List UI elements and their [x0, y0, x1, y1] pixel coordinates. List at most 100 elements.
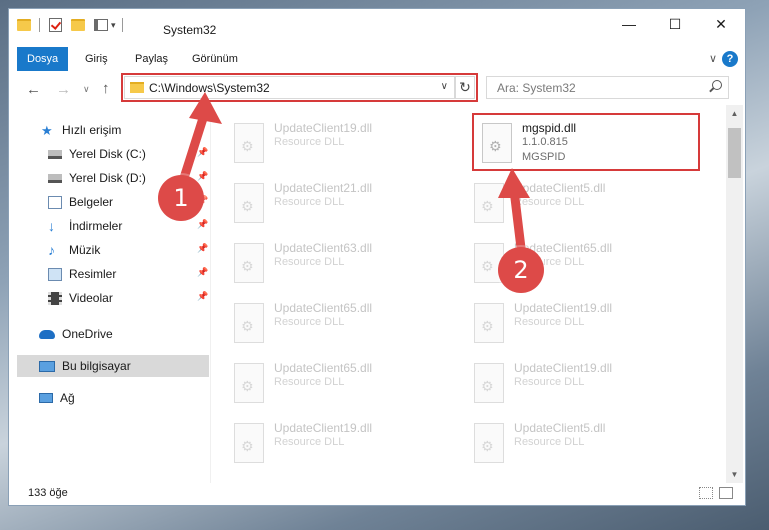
- drive-icon: [48, 149, 62, 159]
- recent-locations-button[interactable]: ∨: [83, 84, 90, 95]
- pin-icon[interactable]: 📌: [197, 171, 208, 182]
- expand-ribbon-icon[interactable]: ∨: [709, 52, 717, 65]
- dll-file-icon: [234, 423, 264, 463]
- file-type: Resource DLL: [274, 256, 345, 268]
- customize-toolbar-icon[interactable]: [94, 19, 108, 31]
- properties-icon[interactable]: [49, 18, 62, 32]
- sidebar-item-onedrive[interactable]: OneDrive: [9, 323, 201, 345]
- file-type: Resource DLL: [514, 196, 585, 208]
- minimize-button[interactable]: —: [606, 9, 652, 39]
- list-item[interactable]: UpdateClient19.dll Resource DLL: [214, 115, 434, 169]
- file-type: Resource DLL: [514, 316, 585, 328]
- scroll-down-button[interactable]: ▼: [726, 466, 743, 483]
- list-item[interactable]: UpdateClient65.dll Resource DLL: [214, 355, 434, 409]
- sidebar-item-label: Yerel Disk (D:): [69, 171, 146, 185]
- sidebar-item-quick-access[interactable]: ★ Hızlı erişim: [9, 119, 201, 141]
- list-item[interactable]: UpdateClient65.dll Resource DLL: [214, 295, 434, 349]
- file-name: UpdateClient19.dll: [274, 421, 373, 435]
- search-input[interactable]: Ara: System32: [486, 76, 729, 99]
- file-name: UpdateClient19.dll: [274, 121, 373, 135]
- file-name: UpdateClient63.dll: [274, 241, 373, 255]
- search-icon: [712, 80, 722, 90]
- download-icon: ↓: [48, 217, 55, 234]
- tab-dosya[interactable]: Dosya: [17, 47, 69, 71]
- item-count: 133 öğe: [28, 487, 68, 499]
- window-title: System32: [163, 23, 217, 37]
- search-placeholder: Ara: System32: [497, 81, 576, 95]
- file-type: Resource DLL: [514, 376, 585, 388]
- file-name: UpdateClient19.dll: [514, 361, 613, 375]
- file-name: UpdateClient5.dll: [514, 421, 606, 435]
- step1-badge: 1: [158, 175, 204, 221]
- dll-file-icon: [474, 363, 504, 403]
- music-icon: ♪: [48, 241, 55, 258]
- dll-file-icon: [234, 123, 264, 163]
- close-button[interactable]: ✕: [698, 9, 744, 39]
- back-button[interactable]: ←: [26, 81, 41, 98]
- sidebar-item-videolar[interactable]: Videolar 📌: [9, 287, 208, 309]
- sidebar-item-label: Belgeler: [69, 195, 114, 209]
- video-icon: [48, 291, 62, 305]
- sidebar-item-label: Ağ: [60, 391, 75, 405]
- forward-button[interactable]: →: [56, 81, 71, 98]
- file-name: UpdateClient5.dll: [514, 181, 606, 195]
- up-button[interactable]: ↑: [102, 80, 110, 97]
- maximize-button[interactable]: ☐: [652, 9, 698, 39]
- title-bar: ▾ System32 — ☐ ✕: [9, 9, 745, 43]
- sidebar-item-label: OneDrive: [62, 327, 113, 341]
- sidebar-item-disk-c[interactable]: Yerel Disk (C:) 📌: [9, 143, 208, 165]
- list-item[interactable]: UpdateClient19.dll Resource DLL: [454, 355, 674, 409]
- sidebar-item-label: Hızlı erişim: [62, 123, 122, 137]
- sidebar-item-muzik[interactable]: ♪ Müzik 📌: [9, 239, 208, 261]
- dll-file-icon: [234, 363, 264, 403]
- pin-icon[interactable]: 📌: [197, 147, 208, 158]
- sidebar-item-label: Resimler: [69, 267, 117, 281]
- tab-giris[interactable]: Giriş: [75, 47, 118, 71]
- scroll-up-button[interactable]: ▲: [726, 105, 743, 122]
- file-name: UpdateClient65.dll: [274, 361, 373, 375]
- pin-icon[interactable]: 📌: [197, 267, 208, 278]
- pane-divider[interactable]: [210, 105, 211, 483]
- dll-file-icon: [474, 303, 504, 343]
- list-item[interactable]: UpdateClient63.dll Resource DLL: [214, 235, 434, 289]
- vertical-scrollbar[interactable]: ▲ ▼: [726, 105, 743, 483]
- dll-file-icon: [234, 183, 264, 223]
- list-item[interactable]: UpdateClient5.dll Resource DLL: [454, 175, 674, 229]
- file-type: Resource DLL: [514, 436, 585, 448]
- address-highlight-box: [121, 73, 478, 102]
- file-type: Resource DLL: [274, 436, 345, 448]
- sidebar-item-bu-bilgisayar[interactable]: Bu bilgisayar: [17, 355, 209, 377]
- quick-access-toolbar: ▾: [17, 18, 123, 32]
- list-item[interactable]: UpdateClient21.dll Resource DLL: [214, 175, 434, 229]
- pin-icon[interactable]: 📌: [197, 243, 208, 254]
- list-item[interactable]: UpdateClient65.dll Resource DLL: [454, 235, 674, 289]
- sidebar-item-resimler[interactable]: Resimler 📌: [9, 263, 208, 285]
- scroll-thumb[interactable]: [728, 128, 741, 178]
- pin-icon[interactable]: 📌: [197, 219, 208, 230]
- help-icon[interactable]: ?: [722, 51, 738, 67]
- new-folder-icon[interactable]: [71, 19, 85, 31]
- sidebar-item-ag[interactable]: Ağ: [9, 387, 201, 409]
- toolbar-dropdown-icon[interactable]: ▾: [111, 20, 116, 31]
- dll-file-icon: [234, 303, 264, 343]
- large-icons-view-icon[interactable]: [719, 487, 733, 499]
- list-item[interactable]: UpdateClient19.dll Resource DLL: [454, 295, 674, 349]
- ribbon: Dosya Giriş Paylaş Görünüm ∨ ?: [9, 47, 745, 71]
- pin-icon[interactable]: 📌: [197, 291, 208, 302]
- star-icon: ★: [41, 122, 53, 138]
- file-type: Resource DLL: [274, 316, 345, 328]
- dll-file-icon: [474, 423, 504, 463]
- status-bar: 133 öğe: [9, 483, 745, 505]
- details-view-icon[interactable]: [699, 487, 713, 499]
- pictures-icon: [48, 267, 62, 281]
- tab-paylas[interactable]: Paylaş: [125, 47, 178, 71]
- file-type: Resource DLL: [274, 376, 345, 388]
- toolbar-separator: [121, 18, 123, 32]
- explorer-window: ▾ System32 — ☐ ✕ Dosya Giriş Paylaş Görü…: [8, 8, 746, 506]
- list-item[interactable]: UpdateClient19.dll Resource DLL: [214, 415, 434, 469]
- tab-gorunum[interactable]: Görünüm: [182, 47, 248, 71]
- list-item[interactable]: UpdateClient5.dll Resource DLL: [454, 415, 674, 469]
- toolbar-separator: [39, 18, 40, 32]
- sidebar-item-label: İndirmeler: [69, 219, 123, 233]
- sidebar-item-label: Yerel Disk (C:): [69, 147, 146, 161]
